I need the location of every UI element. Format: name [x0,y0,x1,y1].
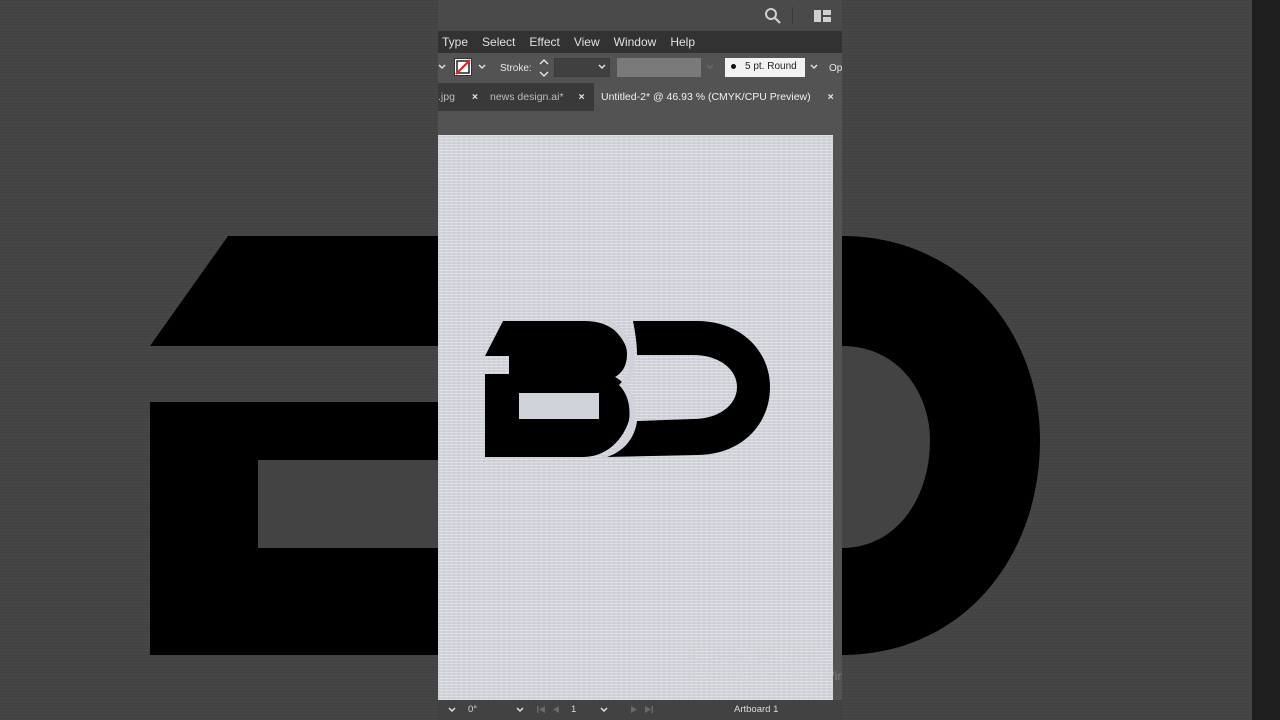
title-divider [792,7,793,24]
artboard-number-chevron-icon[interactable] [600,706,608,714]
last-artboard-icon[interactable] [644,705,654,714]
tab-untitled-2[interactable]: Untitled-2* @ 46.93 % (CMYK/CPU Preview)… [594,83,842,111]
variable-width-chevron-icon[interactable] [706,62,714,72]
rotation-chevron-icon[interactable] [516,706,524,714]
stroke-weight-spinner-icon[interactable] [538,57,550,79]
zoom-chevron-icon[interactable] [448,706,456,714]
bd-logo[interactable] [485,321,770,461]
illustrator-window: Type Select Effect View Window Help Stro… [438,0,842,720]
tab-news-design[interactable]: news design.ai* × [490,83,590,111]
tab-label: news design.ai* [490,91,564,103]
menu-bar: Type Select Effect View Window Help [438,31,842,53]
tab-label: Untitled-2* @ 46.93 % (CMYK/CPU Preview) [601,91,811,103]
menu-view[interactable]: View [567,35,607,49]
close-icon[interactable]: × [828,91,834,103]
menu-effect[interactable]: Effect [522,35,566,49]
brush-chevron-icon[interactable] [810,62,818,72]
screen-edge [1252,0,1280,720]
close-icon[interactable]: × [578,91,584,103]
stroke-dropdown-chevron-icon[interactable] [478,62,486,72]
brush-label: 5 pt. Round [745,61,797,72]
artboard[interactable] [438,135,833,700]
first-artboard-icon[interactable] [536,705,546,714]
brush-dot-icon [731,63,736,69]
search-icon[interactable] [764,7,782,25]
status-bar: 0° 1 Artboard 1 [438,700,842,720]
canvas-top-margin [438,111,842,133]
close-icon[interactable]: × [472,91,478,103]
stroke-label: Stroke: [500,63,532,74]
previous-artboard-icon[interactable] [552,705,560,714]
activate-windows-watermark: Activate Windows Go to Settings to activ… [686,646,886,683]
tab-label: .jpg [438,91,455,103]
rotation-value[interactable]: 0° [468,704,477,715]
artboard-number[interactable]: 1 [571,704,576,715]
artboard-name: Artboard 1 [734,704,779,715]
variable-width-profile[interactable] [617,58,701,77]
document-tabs: .jpg × news design.ai* × Untitled-2* @ 4… [438,83,842,111]
menu-select[interactable]: Select [475,35,522,49]
watermark-subtitle: Go to Settings to activate Windows. [686,669,842,683]
canvas-area[interactable] [438,133,842,700]
tab-jpg[interactable]: .jpg × [438,83,482,111]
menu-help[interactable]: Help [663,35,702,49]
menu-type[interactable]: Type [438,35,475,49]
title-bar [438,0,842,31]
stroke-weight-chevron-icon[interactable] [598,62,606,72]
menu-window[interactable]: Window [607,35,664,49]
fill-dropdown-chevron-icon[interactable] [438,62,446,72]
brush-definition-field[interactable]: 5 pt. Round [725,58,805,77]
stroke-none-swatch-icon[interactable] [454,58,472,76]
opacity-label[interactable]: Op [829,63,842,74]
watermark-title: Activate Windows [686,646,829,666]
workspace-switcher-icon[interactable] [814,10,832,22]
no-color-slash-icon [455,59,471,75]
next-artboard-icon[interactable] [630,705,638,714]
control-bar: Stroke: 5 pt. Round Op [438,53,842,83]
